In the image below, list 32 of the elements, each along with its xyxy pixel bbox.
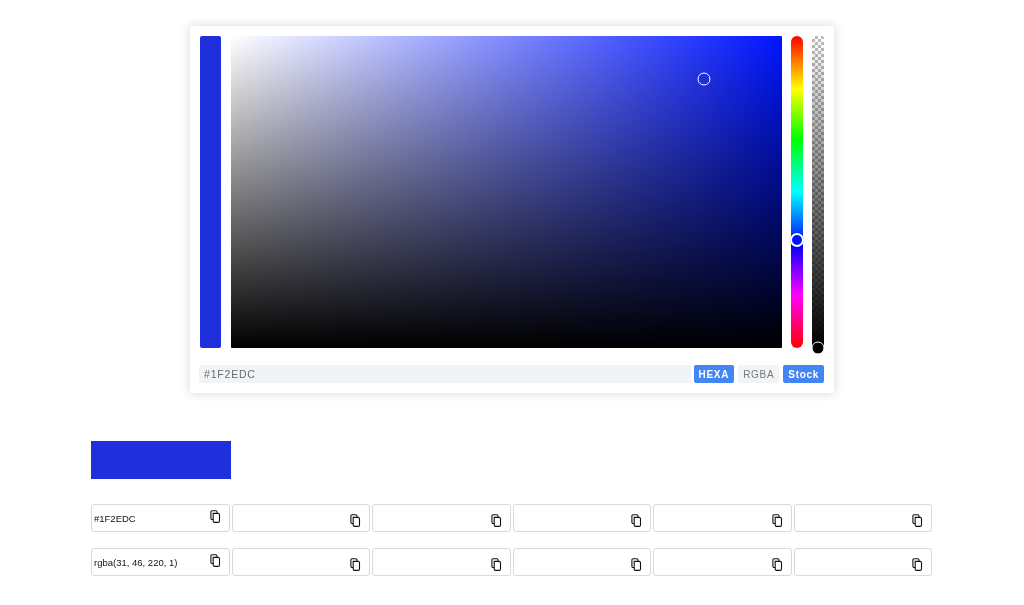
mode-button[interactable]: HEXA xyxy=(693,365,735,383)
mode-button[interactable]: RGBA xyxy=(738,365,780,383)
copy-field[interactable] xyxy=(512,548,651,576)
copy-field[interactable] xyxy=(372,504,511,532)
copy-icon[interactable] xyxy=(631,513,642,527)
copy-icon[interactable] xyxy=(912,557,923,571)
hue-slider[interactable] xyxy=(791,36,803,348)
copy-icon[interactable] xyxy=(350,557,361,571)
copy-icon[interactable] xyxy=(209,554,221,567)
copy-icon[interactable] xyxy=(912,513,923,527)
copy-icon[interactable] xyxy=(490,557,502,571)
copy-field[interactable] xyxy=(231,504,370,532)
copy-field[interactable] xyxy=(653,548,792,576)
opacity-slider-handle[interactable] xyxy=(811,341,825,355)
copy-icon[interactable] xyxy=(631,557,642,571)
copy-field[interactable] xyxy=(231,548,370,576)
copy-field[interactable] xyxy=(372,548,511,576)
copy-icon[interactable] xyxy=(771,513,783,527)
copy-field[interactable] xyxy=(512,504,651,532)
save-button[interactable]: Stock xyxy=(783,365,824,383)
copy-field[interactable] xyxy=(653,504,792,532)
color-value-field[interactable]: #1F2EDC xyxy=(199,365,691,383)
copy-field[interactable] xyxy=(793,548,932,576)
copy-field[interactable]: rgba(31, 46, 220, 1) xyxy=(91,548,230,576)
copy-icon[interactable] xyxy=(490,513,502,527)
copy-icon[interactable] xyxy=(771,557,783,571)
copy-field[interactable]: #1F2EDC xyxy=(91,504,230,532)
color-palette[interactable] xyxy=(231,36,782,348)
copy-icon[interactable] xyxy=(209,510,221,523)
hue-slider-handle[interactable] xyxy=(790,232,804,247)
copy-icon[interactable] xyxy=(350,513,361,527)
copy-field[interactable] xyxy=(793,504,932,532)
